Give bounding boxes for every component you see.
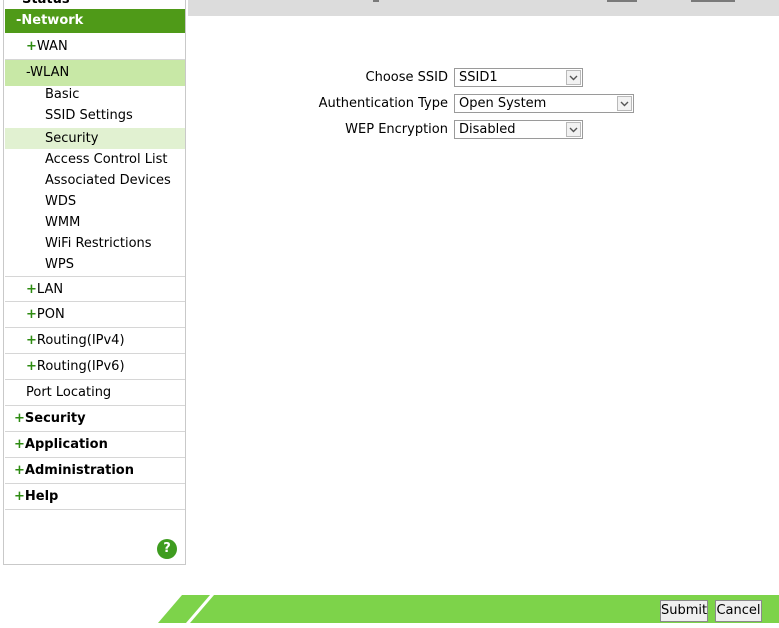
choose-ssid-value: SSID1 <box>459 70 498 85</box>
top-bar-link-fragment[interactable] <box>691 0 735 2</box>
sidebar-leaf-wps[interactable]: WPS <box>5 254 185 275</box>
top-bar-link-fragment[interactable] <box>607 0 637 2</box>
chevron-down-icon[interactable] <box>566 122 581 137</box>
sidebar-section-label: Application <box>24 437 108 452</box>
expand-icon: + <box>14 411 25 426</box>
wep-encryption-value: Disabled <box>459 122 516 137</box>
expand-icon: + <box>26 307 37 322</box>
sidebar-item-label: WLAN <box>30 65 70 80</box>
chevron-down-icon[interactable] <box>617 96 632 111</box>
expand-icon: + <box>26 359 37 374</box>
sidebar-section-help[interactable]: +Help <box>5 484 185 510</box>
sidebar-item-routing-ipv4[interactable]: +Routing(IPv4) <box>5 328 185 354</box>
choose-ssid-select[interactable]: SSID1 <box>454 68 583 87</box>
sidebar-item-label: WAN <box>36 39 68 54</box>
sidebar-item-wlan[interactable]: -WLAN <box>5 60 185 86</box>
sidebar-item-label: Port Locating <box>26 385 112 400</box>
sidebar-leaf-access-control-list[interactable]: Access Control List <box>5 149 185 170</box>
sidebar-item-lan[interactable]: +LAN <box>5 276 185 302</box>
sidebar-item-label: LAN <box>36 282 64 297</box>
sidebar-section-application[interactable]: +Application <box>5 432 185 458</box>
sidebar-leaf-wds[interactable]: WDS <box>5 191 185 212</box>
expand-icon: + <box>14 463 25 478</box>
sidebar-cut-off-item[interactable]: Status <box>22 0 70 7</box>
expand-icon: + <box>26 282 37 297</box>
top-bar <box>188 0 779 16</box>
sidebar-item-pon[interactable]: +PON <box>5 302 185 328</box>
chevron-down-icon[interactable] <box>566 70 581 85</box>
sidebar-section-security[interactable]: +Security <box>5 406 185 432</box>
wep-encryption-label: WEP Encryption <box>345 122 448 137</box>
sidebar-section-administration[interactable]: +Administration <box>5 458 185 484</box>
sidebar-leaf-wifi-restrictions[interactable]: WiFi Restrictions <box>5 233 185 254</box>
wep-encryption-row: WEP Encryption <box>188 120 448 142</box>
auth-type-select[interactable]: Open System <box>454 94 634 113</box>
sidebar-section-label: Administration <box>24 463 134 478</box>
sidebar-section-network[interactable]: -Network <box>5 9 185 33</box>
cancel-button[interactable]: Cancel <box>715 600 762 622</box>
sidebar-item-wan[interactable]: +WAN <box>5 34 185 60</box>
sidebar-item-routing-ipv6[interactable]: +Routing(IPv6) <box>5 354 185 380</box>
sidebar-item-label: Routing(IPv4) <box>36 333 125 348</box>
sidebar-leaf-basic[interactable]: Basic <box>5 84 185 105</box>
sidebar-item-label: PON <box>36 307 65 322</box>
sidebar-section-label: Help <box>24 489 59 504</box>
auth-type-value: Open System <box>459 96 547 111</box>
auth-type-label: Authentication Type <box>318 96 448 111</box>
choose-ssid-row: Choose SSID <box>188 68 448 90</box>
help-icon[interactable]: ? <box>157 539 177 559</box>
sidebar-leaf-security[interactable]: Security <box>5 128 185 149</box>
expand-icon: + <box>26 333 37 348</box>
choose-ssid-label: Choose SSID <box>365 70 448 85</box>
submit-button[interactable]: Submit <box>660 600 708 622</box>
sidebar-leaf-wmm[interactable]: WMM <box>5 212 185 233</box>
auth-type-row: Authentication Type <box>188 94 448 116</box>
expand-icon: + <box>14 489 25 504</box>
sidebar-item-label: Routing(IPv6) <box>36 359 125 374</box>
sidebar-item-port-locating[interactable]: Port Locating <box>5 380 185 406</box>
expand-icon: + <box>26 39 37 54</box>
sidebar-nav: Status -Network +WAN -WLAN Basic SSID Se… <box>3 0 186 565</box>
sidebar-leaf-associated-devices[interactable]: Associated Devices <box>5 170 185 191</box>
top-bar-fragment <box>373 0 379 2</box>
sidebar-leaf-ssid-settings[interactable]: SSID Settings <box>5 105 185 126</box>
expand-icon: + <box>14 437 25 452</box>
sidebar-section-label: Security <box>24 411 86 426</box>
wep-encryption-select[interactable]: Disabled <box>454 120 583 139</box>
